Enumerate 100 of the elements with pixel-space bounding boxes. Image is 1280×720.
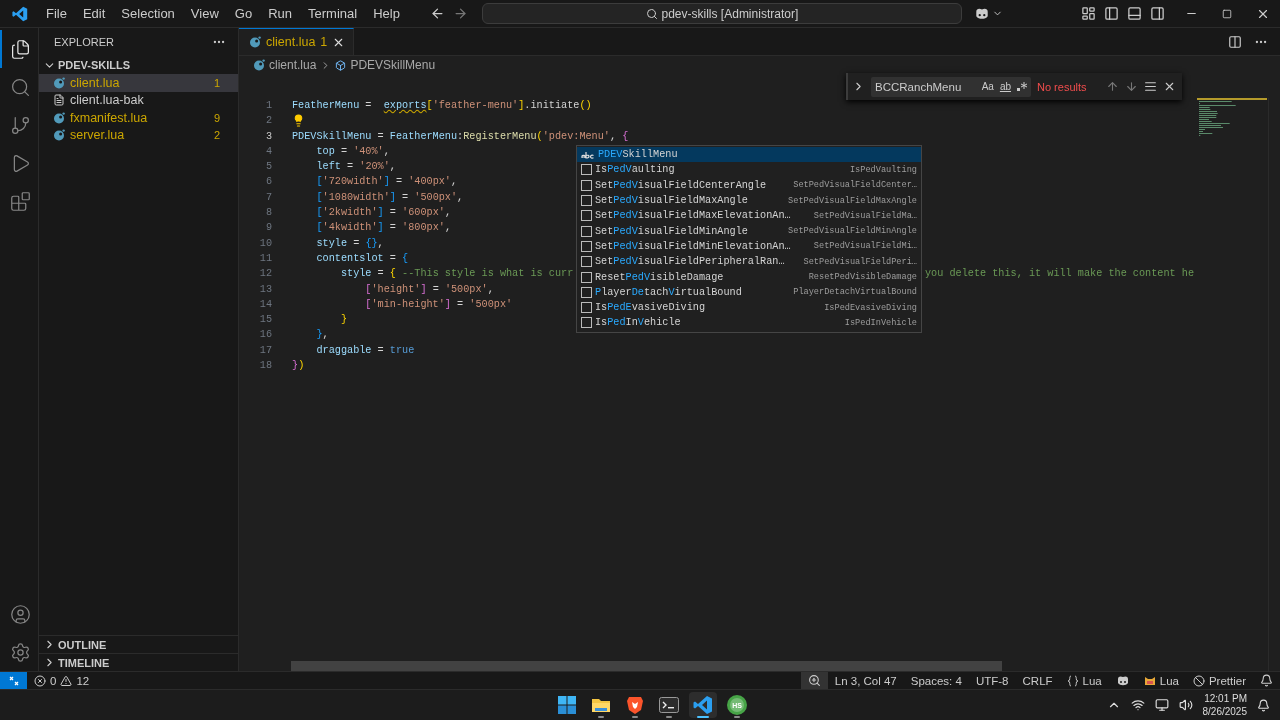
suggestion-item[interactable]: IsPedEvasiveDiving IsPedEvasiveDiving	[577, 299, 921, 316]
suggestion-item[interactable]: PlayerDetachVirtualBound PlayerDetachVirtualBound	[577, 284, 921, 300]
next-match-icon[interactable]	[1125, 80, 1138, 93]
problem-count: 1	[213, 76, 220, 89]
code-line: FeatherMenu = exports['feather-menu'].initiate()	[292, 99, 592, 113]
status-item[interactable]: Ln 3, Col 47	[827, 672, 904, 689]
square-icon	[581, 225, 592, 237]
status-item[interactable]: Prettier	[1185, 672, 1253, 689]
menu-item[interactable]: File	[38, 6, 75, 21]
match-option[interactable]: Aa	[981, 81, 994, 92]
problem-count: 2	[213, 129, 220, 142]
minimap[interactable]	[1197, 98, 1267, 138]
section-header[interactable]: TIMELINE	[58, 656, 110, 669]
restore-icon[interactable]	[1222, 8, 1232, 19]
code-line: })	[292, 359, 305, 374]
explorer-entry[interactable]: server.lua 2	[39, 126, 238, 144]
horizontal-scrollbar[interactable]	[291, 661, 1002, 671]
status-item[interactable]: Lua	[1136, 672, 1186, 689]
remote-button[interactable]	[0, 672, 27, 689]
suggestion-label: SetPedVisualFieldMaxElevationAn…	[595, 210, 792, 222]
layout-icon[interactable]	[1081, 6, 1096, 21]
code-comment: you delete this, it will make the content he	[925, 267, 1194, 281]
code-line: ['1080width'] = '500px',	[315, 190, 464, 205]
suggestion-item[interactable]: IsPedInVehicle IsPedInVehicle	[577, 315, 921, 331]
network-icon[interactable]	[1130, 698, 1145, 712]
lightbulb-icon[interactable]	[292, 114, 305, 128]
suggestion-detail: SetPedVisualFieldMi…	[813, 241, 917, 252]
suggestion-item[interactable]: ResetPedVisibleDamage ResetPedVisibleDamage	[577, 269, 921, 285]
selection-icon[interactable]	[1144, 80, 1157, 93]
status-item[interactable]: UTF-8	[968, 672, 1016, 689]
notification-icon[interactable]	[1257, 698, 1270, 712]
suggestion-item[interactable]: SetPedVisualFieldCenterAngle SetPedVisualFieldCenter…	[577, 177, 921, 193]
split-editor-icon[interactable]	[1228, 34, 1242, 49]
suggestion-label: SetPedVisualFieldPeripheralRan…	[595, 256, 786, 268]
status-item[interactable]: CRLF	[1015, 672, 1060, 689]
lua-file-icon	[249, 36, 261, 48]
match-option[interactable]: ab	[999, 81, 1011, 92]
search-icon	[645, 7, 658, 20]
explorer-entry[interactable]: client.lua 1	[39, 74, 238, 92]
square-icon	[581, 210, 592, 222]
regex-icon[interactable]	[1017, 81, 1027, 92]
line-number: 12	[259, 267, 272, 282]
menu-item[interactable]: Help	[365, 6, 408, 21]
line-number: 3	[265, 129, 272, 144]
menu-item[interactable]: Selection	[113, 6, 183, 21]
menu-item[interactable]: Run	[260, 6, 300, 21]
clock[interactable]: 12:01 PM 8/26/2025	[1202, 692, 1247, 718]
suggestion-detail: SetPedVisualFieldMa…	[813, 210, 917, 221]
line-number: 1	[265, 99, 272, 113]
copilot-icon[interactable]	[973, 6, 990, 21]
secondary-sidebar-icon[interactable]	[1150, 6, 1165, 21]
previous-match-icon[interactable]	[1106, 80, 1119, 93]
volume-icon[interactable]	[1178, 698, 1193, 712]
menu-item[interactable]: Terminal	[300, 6, 366, 21]
code-editor-icon[interactable]	[689, 692, 717, 718]
breadcrumb[interactable]: client.lua	[269, 58, 317, 72]
lua-file-icon	[53, 129, 65, 142]
menu-item[interactable]: Go	[226, 6, 261, 21]
suggestion-item[interactable]: SetPedVisualFieldPeripheralRan… SetPedVisualFieldPeri…	[577, 254, 921, 270]
suggestion-item[interactable]: SetPedVisualFieldMaxAngle SetPedVisualFieldMaxAngle	[577, 192, 921, 209]
sidebar-title: EXPLORER	[54, 36, 114, 48]
close-icon[interactable]	[1163, 80, 1176, 93]
folder-name[interactable]: PDEV-SKILLS	[58, 59, 131, 71]
status-item[interactable]: Spaces: 4	[903, 672, 969, 689]
square-icon	[581, 271, 592, 283]
problems-button[interactable]: 0 12	[27, 672, 97, 689]
suggestion-label: PDEVSkillMenu	[598, 149, 679, 161]
back-arrow-icon[interactable]	[429, 6, 445, 21]
suggestion-item[interactable]: SetPedVisualFieldMinElevationAn… SetPedVisualFieldMi…	[577, 238, 921, 255]
code-line: ['2kwidth'] = '600px',	[315, 206, 451, 221]
line-number: 9	[265, 221, 272, 236]
editor-tab[interactable]: client.lua 1	[239, 28, 355, 55]
forward-arrow-icon[interactable]	[452, 6, 468, 21]
suggestion-item[interactable]: IsPedVaulting IsPedVaulting	[577, 162, 921, 178]
breadcrumb[interactable]: PDEVSkillMenu	[350, 58, 436, 72]
suggestion-item[interactable]: PDEVSkillMenu	[577, 147, 921, 163]
find-field[interactable]: BCCRanchMenu Aa ab	[871, 76, 1031, 97]
file-name: client.lua-bak	[70, 93, 145, 108]
suggestion-detail: SetPedVisualFieldMinAngle	[788, 226, 917, 237]
menu-item[interactable]: Edit	[74, 6, 114, 21]
line-number: 6	[265, 175, 272, 190]
section-header[interactable]: OUTLINE	[58, 638, 107, 651]
suggestion-label: IsPedInVehicle	[595, 317, 682, 329]
line-number: 14	[259, 297, 272, 312]
line-number: 7	[265, 190, 272, 205]
suggestion-item[interactable]: SetPedVisualFieldMaxElevationAn… SetPedVisualFieldMa…	[577, 208, 921, 224]
display-icon[interactable]	[1154, 698, 1169, 712]
line-number: 13	[259, 282, 272, 297]
menu-item[interactable]: View	[182, 6, 227, 21]
line-number: 8	[265, 206, 272, 221]
panel-toggle-icon[interactable]	[1127, 6, 1142, 21]
suggestion-item[interactable]: SetPedVisualFieldMinAngle SetPedVisualFieldMinAngle	[577, 223, 921, 239]
explorer-entry[interactable]: fxmanifest.lua 9	[39, 109, 238, 127]
command-center[interactable]: pdev-skills [Administrator]	[481, 3, 962, 24]
suggestion-label: IsPedEvasiveDiving	[595, 302, 707, 314]
sidebar-toggle-icon[interactable]	[1104, 6, 1119, 21]
status-item[interactable]: Lua	[1059, 672, 1109, 689]
line-number: 16	[259, 328, 272, 343]
braces-icon	[1066, 674, 1079, 687]
explorer-entry[interactable]: client.lua-bak	[39, 91, 238, 109]
